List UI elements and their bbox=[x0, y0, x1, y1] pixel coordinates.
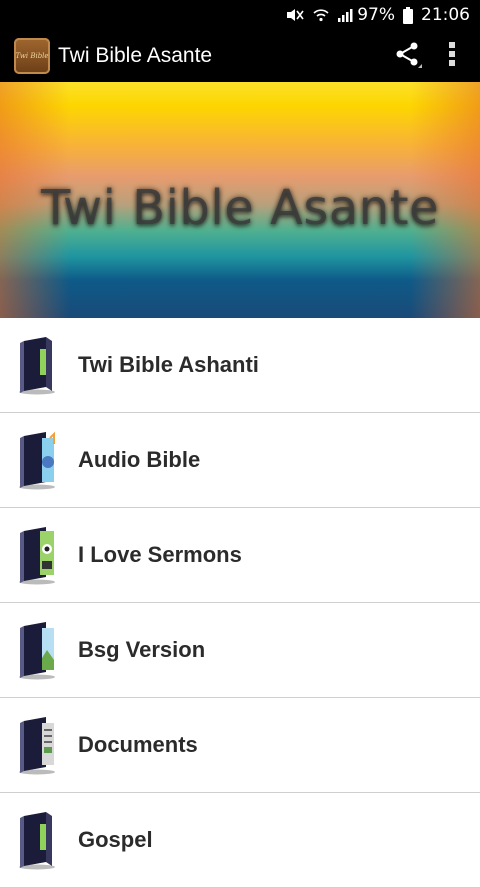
wifi-icon bbox=[313, 7, 329, 23]
battery-percent: 97% bbox=[357, 5, 395, 25]
app-bar: Twi Bible Twi Bible Asante bbox=[0, 30, 480, 82]
menu-item-audio-bible[interactable]: Audio Bible bbox=[0, 413, 480, 508]
image-book-icon bbox=[16, 620, 58, 680]
clock: 21:06 bbox=[421, 5, 470, 25]
document-book-icon bbox=[16, 715, 58, 775]
share-button[interactable] bbox=[386, 30, 430, 82]
book-icon bbox=[16, 335, 58, 395]
menu-item-documents[interactable]: Documents bbox=[0, 698, 480, 793]
menu-item-i-love-sermons[interactable]: I Love Sermons bbox=[0, 508, 480, 603]
hero-title: Twi Bible Asante bbox=[40, 180, 440, 236]
more-vert-icon bbox=[448, 41, 456, 72]
menu-item-label: Gospel bbox=[78, 827, 153, 852]
menu-item-gospel[interactable]: Gospel bbox=[0, 793, 480, 888]
share-icon bbox=[394, 40, 422, 73]
video-book-icon bbox=[16, 525, 58, 585]
menu-list: Twi Bible Ashanti Audio Bible I Love Ser… bbox=[0, 318, 480, 888]
menu-item-twi-bible-ashanti[interactable]: Twi Bible Ashanti bbox=[0, 318, 480, 413]
hero-banner: Twi Bible Asante bbox=[0, 82, 480, 318]
menu-item-bsg-version[interactable]: Bsg Version bbox=[0, 603, 480, 698]
app-logo-text: Twi Bible bbox=[15, 52, 49, 60]
overflow-menu-button[interactable] bbox=[430, 30, 474, 82]
menu-item-label: Audio Bible bbox=[78, 447, 201, 472]
app-logo: Twi Bible bbox=[14, 38, 50, 74]
status-bar: 97% 21:06 bbox=[0, 0, 480, 30]
menu-item-label: Bsg Version bbox=[78, 637, 206, 662]
audio-book-icon bbox=[16, 430, 58, 490]
menu-item-label: I Love Sermons bbox=[78, 542, 242, 567]
book-icon bbox=[16, 810, 58, 870]
signal-icon bbox=[337, 7, 353, 23]
menu-item-label: Twi Bible Ashanti bbox=[78, 352, 259, 377]
menu-item-label: Documents bbox=[78, 732, 198, 757]
mute-icon bbox=[285, 7, 305, 23]
battery-icon bbox=[403, 6, 413, 24]
app-title: Twi Bible Asante bbox=[58, 44, 213, 67]
